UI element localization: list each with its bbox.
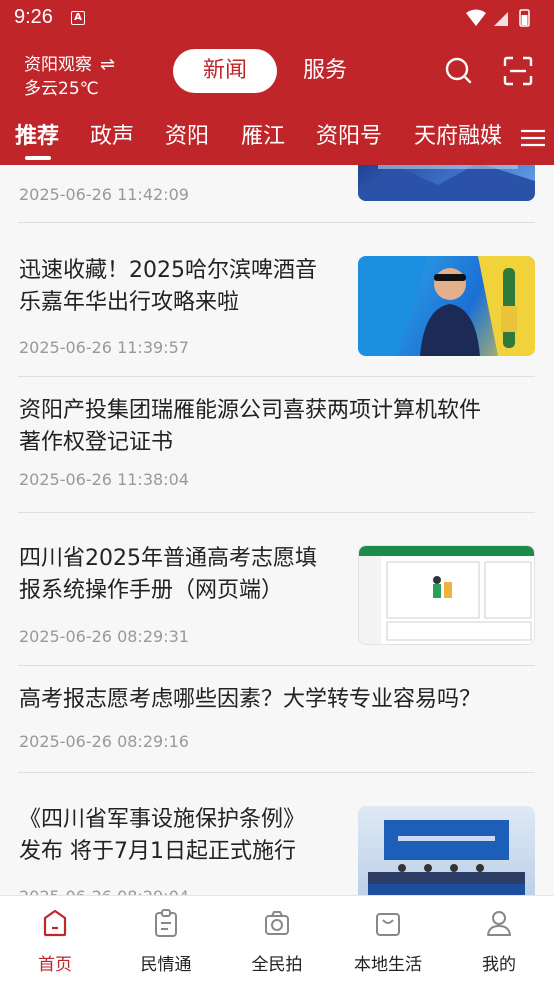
channel-tab-zhengsheng[interactable]: 政声	[90, 118, 134, 150]
nav-home-label: 首页	[38, 955, 72, 975]
clipboard-icon	[155, 909, 177, 937]
user-icon	[487, 911, 511, 936]
weather-condition: 多云25℃	[24, 79, 99, 99]
news-title: 迅速收藏！2025哈尔滨啤酒音 乐嘉年华出行攻略来啦	[19, 258, 317, 315]
channel-tab-yanjiang[interactable]: 雁江	[241, 118, 285, 150]
status-bar: 9:26 A	[0, 0, 554, 36]
channel-tab-ziyanghao[interactable]: 资阳号	[316, 118, 382, 150]
channel-tab-ziyang[interactable]: 资阳	[165, 118, 209, 150]
news-time: 2025-06-26 08:29:04	[19, 887, 189, 895]
nav-minqingtong-label: 民情通	[140, 955, 192, 975]
news-title: 高考报志愿考虑哪些因素？大学转专业容易吗？	[19, 687, 482, 712]
wifi-icon	[466, 9, 486, 26]
weather-location: 资阳观察	[24, 55, 92, 75]
status-time: 9:26	[14, 6, 53, 28]
nav-quanminpai-label: 全民拍	[251, 955, 303, 975]
news-time: 2025-06-26 08:29:31	[19, 627, 189, 646]
tab-service[interactable]: 服务	[303, 49, 347, 93]
news-thumbnail	[358, 545, 535, 645]
channel-tabs: 推荐 政声 资阳 雁江 资阳号 天府融媒	[0, 112, 554, 165]
nav-mine-label: 我的	[482, 955, 516, 975]
channel-tab-tianfu[interactable]: 天府融媒	[414, 118, 502, 150]
nav-local-life-label: 本地生活	[354, 955, 422, 975]
top-bar: 资阳观察 ⇌ 多云25℃ 新闻 服务	[0, 44, 554, 100]
news-thumbnail	[358, 165, 535, 201]
news-title: 《四川省军事设施保护条例》 发布 将于7月1日起正式施行	[19, 807, 306, 864]
nav-local-life[interactable]: 本地生活	[333, 908, 443, 978]
channel-menu-icon[interactable]	[519, 128, 547, 148]
news-item[interactable]: 高考报志愿考虑哪些因素？大学转专业容易吗？ 2025-06-26 08:29:1…	[0, 666, 554, 772]
bag-icon	[376, 913, 400, 936]
home-icon	[43, 909, 67, 937]
scan-icon[interactable]	[503, 56, 533, 86]
news-time: 2025-06-26 11:42:09	[19, 185, 189, 204]
news-title: 资阳产投集团瑞雁能源公司喜获两项计算机软件 著作权登记证书	[19, 398, 482, 455]
search-icon[interactable]	[444, 56, 472, 84]
notification-icon: A	[71, 11, 85, 25]
app-header: 9:26 A 资阳观察 ⇌ 多云25℃ 新闻 服务 推荐 政声 资阳 雁江 资阳	[0, 0, 554, 165]
news-title: 四川省2025年普通高考志愿填 报系统操作手册（网页端）	[19, 546, 317, 603]
news-item[interactable]: 迅速收藏！2025哈尔滨啤酒音 乐嘉年华出行攻略来啦 2025-06-26 11…	[0, 223, 554, 376]
news-thumbnail	[358, 806, 535, 895]
tab-news[interactable]: 新闻	[173, 49, 277, 93]
system-icons	[466, 9, 530, 27]
news-item[interactable]: 2025-06-26 11:42:09	[0, 165, 554, 222]
news-time: 2025-06-26 11:39:57	[19, 338, 189, 357]
news-thumbnail	[358, 256, 535, 356]
bottom-navigation: 首页 民情通 全民拍 本地生活 我的	[0, 895, 554, 985]
switch-icon[interactable]: ⇌	[100, 54, 115, 75]
news-time: 2025-06-26 11:38:04	[19, 470, 189, 489]
weather-widget[interactable]: 资阳观察 ⇌ 多云25℃	[24, 48, 154, 99]
news-item[interactable]: 资阳产投集团瑞雁能源公司喜获两项计算机软件 著作权登记证书 2025-06-26…	[0, 377, 554, 512]
news-feed[interactable]: 2025-06-26 11:42:09 迅速收藏！2025哈尔滨啤酒音 乐嘉年华…	[0, 165, 554, 895]
signal-icon	[494, 12, 508, 26]
nav-minqingtong[interactable]: 民情通	[111, 908, 221, 978]
news-time: 2025-06-26 08:29:16	[19, 732, 189, 751]
channel-tab-recommend[interactable]: 推荐	[15, 118, 59, 150]
camera-icon	[265, 911, 289, 935]
news-item[interactable]: 四川省2025年普通高考志愿填 报系统操作手册（网页端） 2025-06-26 …	[0, 513, 554, 665]
nav-quanminpai[interactable]: 全民拍	[222, 908, 332, 978]
news-item[interactable]: 《四川省军事设施保护条例》 发布 将于7月1日起正式施行 2025-06-26 …	[0, 773, 554, 895]
nav-mine[interactable]: 我的	[444, 908, 554, 978]
active-tab-indicator	[25, 156, 51, 160]
nav-home[interactable]: 首页	[0, 908, 110, 978]
